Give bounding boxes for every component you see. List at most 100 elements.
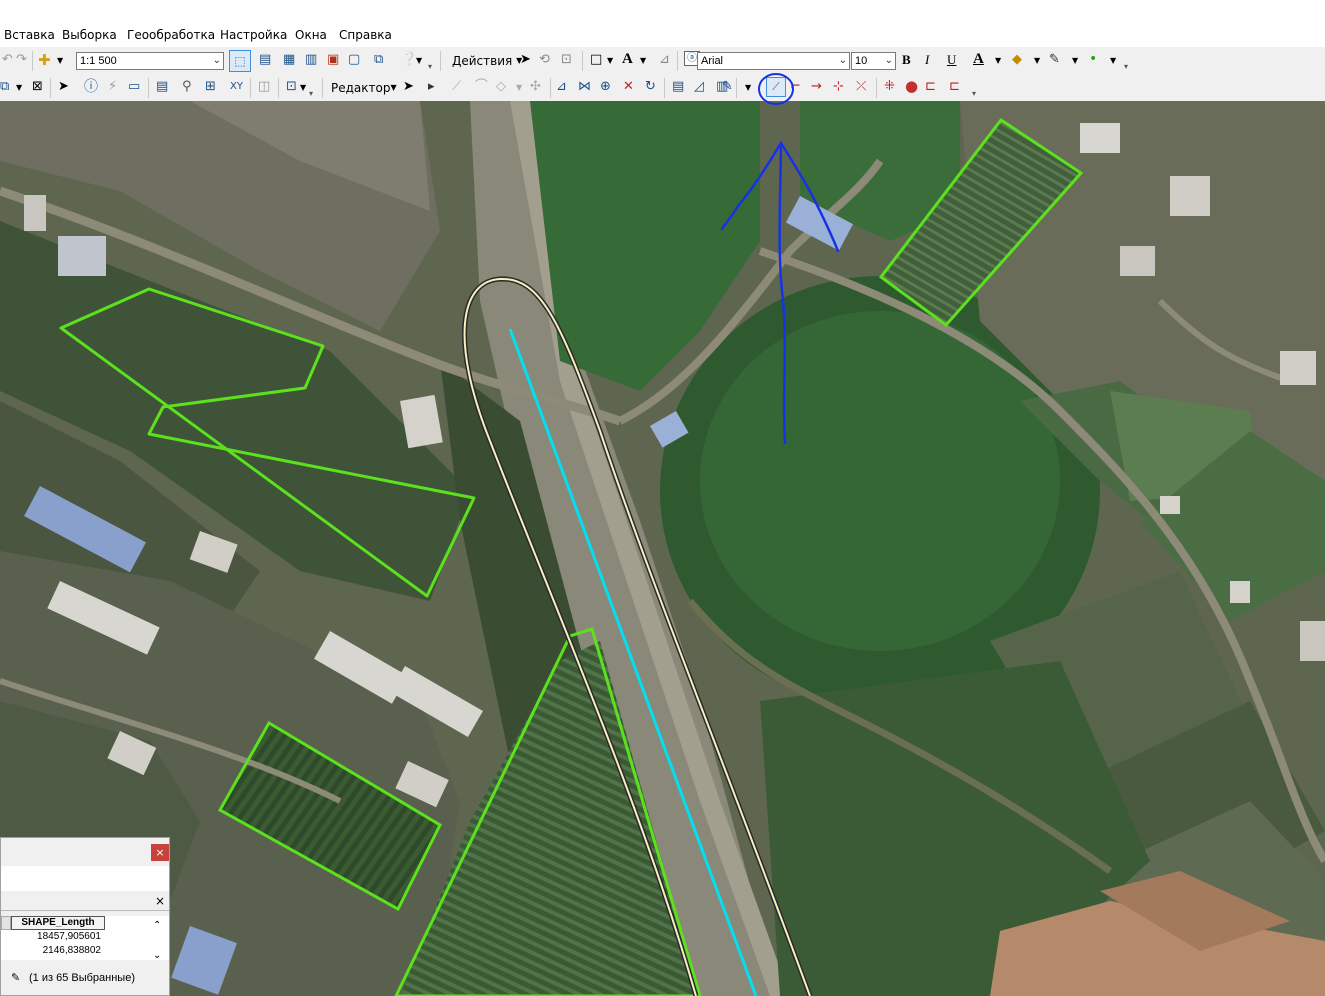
map-view[interactable]	[0, 101, 1325, 996]
menu-customize[interactable]: Настройка	[220, 28, 287, 42]
editor-menu[interactable]: Редактор ▼	[331, 79, 397, 97]
straight-segment-icon[interactable]: ⟋	[452, 78, 461, 96]
marker-color-dropdown-icon[interactable]: ▼	[1110, 52, 1116, 70]
font-color-icon[interactable]: A	[973, 50, 984, 68]
catalog-icon[interactable]: ▦	[283, 51, 295, 69]
italic-button[interactable]: I	[925, 51, 929, 69]
reshape-feature-icon[interactable]: ⋈	[578, 78, 591, 96]
identify-icon[interactable]: ⓘ	[84, 78, 98, 96]
column-header-shape-length[interactable]: SHAPE_Length	[11, 916, 105, 930]
select-pointer-icon[interactable]: ➤	[58, 78, 69, 96]
editor-toolbar-icon[interactable]: ⬚	[229, 50, 251, 72]
bold-button[interactable]: B	[902, 51, 911, 69]
marker-color-icon[interactable]: •	[1089, 50, 1097, 68]
layer-icon[interactable]: ⧉	[0, 78, 9, 96]
selection-status: (1 из 65 Выбранные)	[29, 972, 135, 984]
font-color-dropdown-icon[interactable]: ▼	[995, 52, 1001, 70]
draw-dropdown-icon[interactable]: ▼	[607, 52, 613, 70]
chevron-down-icon[interactable]: ⌄	[213, 53, 221, 69]
toolbar-grip-icon[interactable]: ▾	[428, 63, 434, 73]
line-color-dropdown-icon[interactable]: ▼	[1072, 52, 1078, 70]
scroll-down-icon[interactable]: ⌄	[153, 950, 161, 961]
rotate-icon[interactable]: ⟲	[539, 51, 550, 69]
chevron-down-icon[interactable]: ⌄	[839, 53, 847, 69]
row-selector-header[interactable]	[1, 916, 11, 930]
close-table-button[interactable]: ×	[155, 894, 165, 908]
rectangle-draw-icon[interactable]: □	[590, 51, 602, 69]
arctoolbox-icon[interactable]: ▣	[327, 51, 339, 69]
html-popup-icon[interactable]: ▭	[128, 78, 140, 96]
attribute-table[interactable]: SHAPE_Length 18457,905601 2146,838802	[1, 916, 169, 960]
edit-vertices-icon[interactable]: ⊿	[659, 51, 670, 69]
advanced-edit-icon[interactable]: ✎	[722, 78, 733, 96]
underline-button[interactable]: U	[947, 51, 956, 69]
edit-tool-icon[interactable]: ➤	[403, 78, 414, 96]
go-to-xy-icon[interactable]: XY	[230, 78, 243, 96]
construction-dropdown-icon[interactable]: ▼	[516, 79, 522, 97]
extend-tool-icon[interactable]: →	[811, 78, 822, 96]
modelbuilder-icon[interactable]: ⧉	[374, 51, 383, 69]
menu-selection[interactable]: Выборка	[62, 28, 117, 42]
toolbar-grip-icon[interactable]: ▾	[309, 90, 315, 100]
rotate-tool-icon[interactable]: ↻	[645, 78, 656, 96]
actions-menu[interactable]: Действия ▼	[452, 52, 522, 70]
font-name-select[interactable]: Arial ⌄	[697, 52, 850, 70]
trim-tool-icon[interactable]: ⊹	[833, 78, 844, 96]
sketch-properties-icon[interactable]: ◿	[694, 78, 704, 96]
smooth-icon[interactable]: ⊏	[925, 78, 936, 96]
zoom-to-selected-icon[interactable]: ⊡	[561, 51, 572, 69]
vertex-tool-icon[interactable]: ✣	[530, 78, 541, 96]
text-dropdown-icon[interactable]: ▼	[640, 52, 646, 70]
help-dropdown-icon[interactable]: ▼	[416, 52, 422, 70]
text-tool-label: A	[622, 51, 633, 67]
redo-icon[interactable]: ↷	[16, 51, 27, 69]
explode-icon[interactable]: ⁜	[884, 78, 895, 96]
line-intersection-icon[interactable]: ⤫	[856, 78, 866, 96]
table-cell[interactable]: 2146,838802	[43, 945, 101, 956]
text-tool-icon[interactable]: A	[622, 50, 633, 68]
scroll-up-icon[interactable]: ⌃	[153, 920, 161, 931]
split-tool-icon[interactable]: ✕	[623, 78, 634, 96]
find-route-icon[interactable]: ⊞	[205, 78, 216, 96]
viewer-dropdown-icon[interactable]: ▼	[300, 79, 306, 97]
chevron-down-icon[interactable]: ⌄	[885, 53, 893, 69]
python-window-icon[interactable]: ▢	[348, 51, 360, 69]
toolbar-grip-icon[interactable]: ▾	[1124, 63, 1130, 73]
generalize-icon[interactable]: ●	[905, 77, 918, 95]
align-to-shape-icon[interactable]: ⊏	[949, 78, 960, 96]
attributes-icon[interactable]: ▤	[672, 78, 684, 96]
hyperlink-icon[interactable]: ⚡	[108, 78, 117, 96]
toolbar-grip-icon[interactable]: ▾	[972, 90, 978, 100]
identify-box-icon[interactable]: ⊠	[32, 78, 43, 96]
fill-color-icon[interactable]: ◆	[1012, 51, 1022, 69]
table-cell[interactable]: 18457,905601	[37, 931, 101, 942]
font-size-select[interactable]: 10 ⌄	[851, 52, 896, 70]
construction-tools-icon[interactable]: ◇	[496, 78, 506, 96]
edit-vertices-tool-icon[interactable]: ⊿	[556, 78, 567, 96]
time-slider-icon[interactable]: ◫	[258, 78, 270, 96]
table-of-contents-icon[interactable]: ▤	[259, 51, 271, 69]
find-icon[interactable]: ⚲	[182, 78, 192, 96]
fill-color-dropdown-icon[interactable]: ▼	[1034, 52, 1040, 70]
advanced-dropdown-icon[interactable]: ▼	[745, 79, 751, 97]
attribute-table-panel: × × SHAPE_Length 18457,905601 2146,83880…	[0, 837, 170, 996]
map-scale-input[interactable]: 1:1 500 ⌄	[76, 52, 224, 70]
add-data-icon[interactable]: ✚	[38, 51, 51, 69]
close-window-button[interactable]: ×	[151, 844, 169, 861]
menu-windows[interactable]: Окна	[295, 28, 327, 42]
search-window-icon[interactable]: ▥	[305, 51, 317, 69]
layer-dropdown-icon[interactable]: ▼	[16, 79, 22, 97]
edit-annotation-icon[interactable]: ▸	[428, 78, 435, 96]
menu-geoprocessing[interactable]: Геообработка	[127, 28, 215, 42]
select-elements-icon[interactable]: ➤	[520, 51, 531, 69]
measure-icon[interactable]: ▤	[156, 78, 168, 96]
undo-icon[interactable]: ↶	[2, 51, 13, 69]
whats-this-icon[interactable]: ❔	[401, 51, 417, 69]
menu-help[interactable]: Справка	[339, 28, 392, 42]
menu-insert[interactable]: Вставка	[4, 28, 55, 42]
viewer-window-icon[interactable]: ⊡	[286, 78, 297, 96]
curve-segment-icon[interactable]: ⌒	[475, 78, 488, 96]
add-data-dropdown-icon[interactable]: ▼	[57, 52, 63, 70]
line-color-icon[interactable]: ✎	[1049, 51, 1060, 69]
cut-polygons-icon[interactable]: ⊕	[600, 78, 611, 96]
